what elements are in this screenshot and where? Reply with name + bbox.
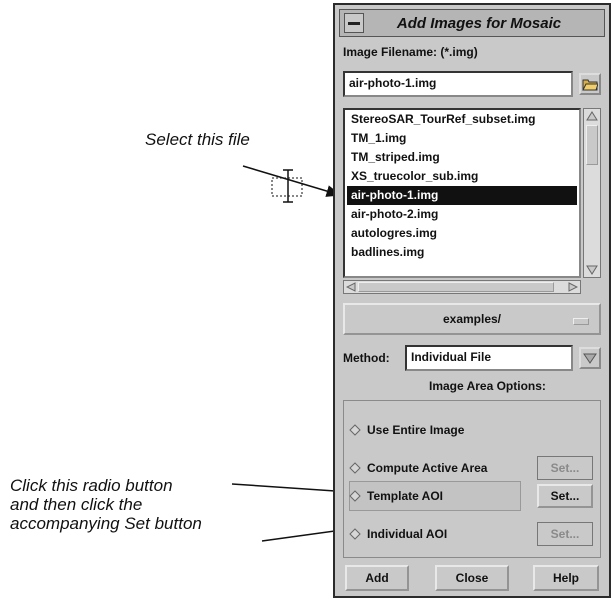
radio-diamond-icon[interactable] — [349, 490, 361, 502]
file-list-item[interactable]: air-photo-2.img — [347, 205, 577, 224]
file-list-item[interactable]: XS_truecolor_sub.img — [347, 167, 577, 186]
dialog-title: Add Images for Mosaic — [396, 14, 562, 32]
add-images-dialog: Add Images for Mosaic Image Filename: (*… — [333, 3, 611, 598]
drag-selection-rect — [271, 177, 303, 197]
method-dropdown-button[interactable] — [579, 347, 601, 369]
radio-option[interactable]: Compute Active Area — [343, 454, 487, 482]
set-button[interactable]: Set... — [537, 484, 593, 508]
close-button[interactable]: Close — [435, 565, 509, 591]
file-list-item[interactable]: StereoSAR_TourRef_subset.img — [347, 110, 577, 129]
directory-dropdown[interactable]: examples/ — [343, 303, 601, 335]
radio-diamond-icon[interactable] — [349, 424, 361, 436]
scroll-up-icon[interactable] — [586, 111, 598, 121]
file-list-item[interactable]: autologres.img — [347, 224, 577, 243]
directory-label: examples/ — [442, 312, 502, 326]
scroll-left-icon[interactable] — [346, 282, 356, 292]
file-list: StereoSAR_TourRef_subset.img TM_1.img TM_s… — [345, 110, 579, 262]
radio-option-label: Use Entire Image — [367, 423, 465, 437]
horizontal-scrollbar[interactable] — [343, 280, 581, 294]
method-label: Method: — [343, 351, 390, 365]
radio-option[interactable]: Individual AOI — [343, 520, 447, 548]
option-menu-indicator-icon — [573, 318, 589, 325]
set-button[interactable]: Set... — [537, 522, 593, 546]
radio-option-label: Template AOI — [367, 489, 444, 503]
horizontal-scroll-thumb[interactable] — [358, 282, 554, 292]
radio-diamond-icon[interactable] — [349, 462, 361, 474]
filename-input[interactable]: air-photo-1.img — [343, 71, 573, 97]
file-list-item[interactable]: air-photo-1.img — [347, 186, 577, 205]
dropdown-arrow-icon — [583, 353, 597, 364]
folder-button[interactable] — [579, 73, 601, 95]
filename-label: Image Filename: (*.img) — [343, 45, 478, 59]
radio-option[interactable]: Template AOI — [343, 482, 443, 510]
file-list-item[interactable]: TM_1.img — [347, 129, 577, 148]
window-menu-icon[interactable] — [344, 13, 364, 33]
vertical-scroll-thumb[interactable] — [586, 125, 598, 165]
file-list-item[interactable]: TM_striped.img — [347, 148, 577, 167]
help-button[interactable]: Help — [533, 565, 599, 591]
method-field[interactable]: Individual File — [405, 345, 573, 371]
ibeam-cursor-icon — [283, 169, 293, 203]
radio-option-label: Compute Active Area — [367, 461, 488, 475]
scroll-down-icon[interactable] — [586, 265, 598, 275]
file-list-item[interactable]: badlines.img — [347, 243, 577, 262]
radio-option-label: Individual AOI — [367, 527, 448, 541]
vertical-scrollbar[interactable] — [583, 108, 601, 278]
folder-icon — [582, 79, 598, 91]
file-listbox[interactable]: StereoSAR_TourRef_subset.img TM_1.img TM_s… — [343, 108, 581, 278]
radio-diamond-icon[interactable] — [349, 528, 361, 540]
add-button[interactable]: Add — [345, 565, 409, 591]
scroll-right-icon[interactable] — [568, 282, 578, 292]
title-bar[interactable]: Add Images for Mosaic — [339, 9, 605, 37]
radio-option[interactable]: Use Entire Image — [343, 416, 464, 444]
options-title: Image Area Options: — [429, 379, 546, 393]
set-button[interactable]: Set... — [537, 456, 593, 480]
